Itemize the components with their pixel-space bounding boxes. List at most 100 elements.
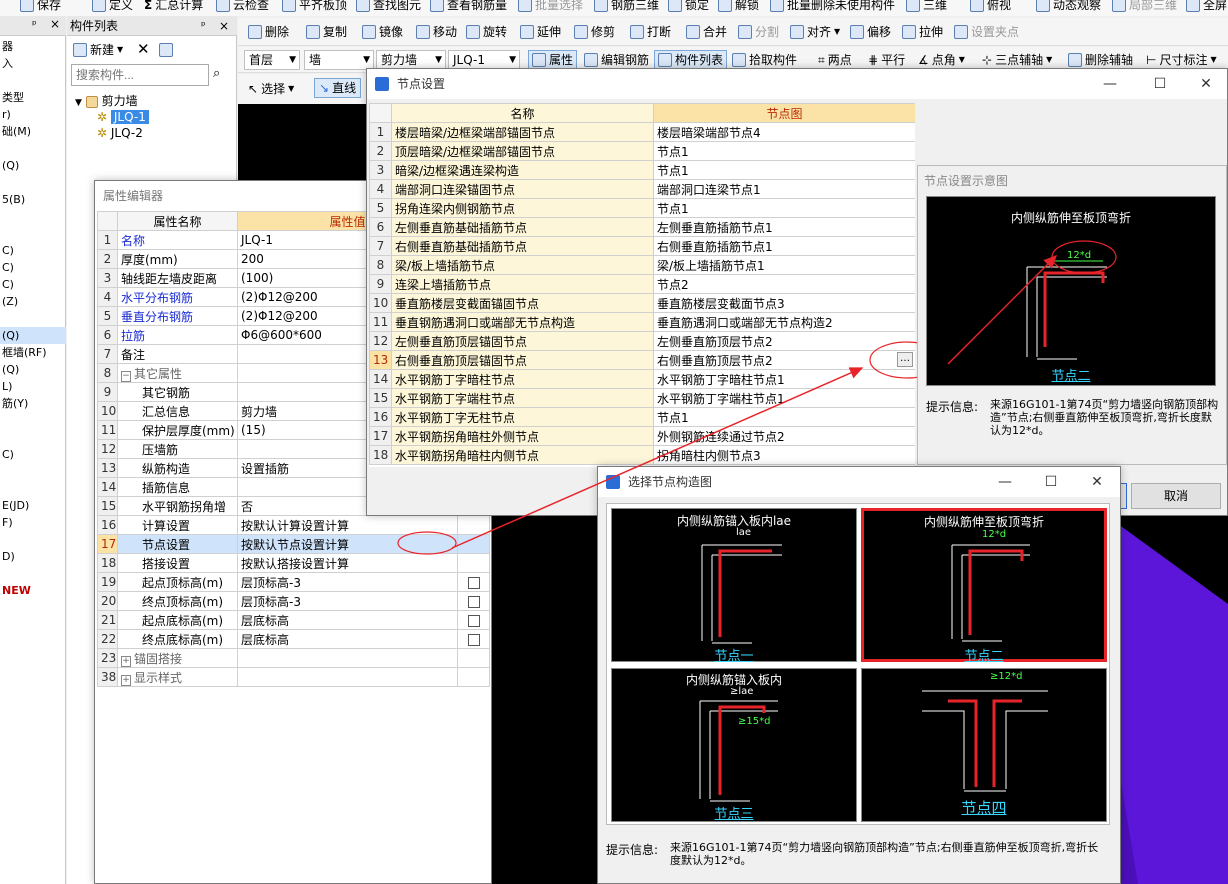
node-row[interactable]: 9 连梁上墙插筋节点 节点2 bbox=[369, 274, 915, 294]
node-diagram-value[interactable]: 端部洞口连梁节点1 bbox=[653, 179, 915, 199]
merge-button[interactable]: 合并 bbox=[686, 22, 727, 42]
left-panel-item[interactable] bbox=[0, 72, 66, 89]
rebar-3d-button[interactable]: 钢筋三维 bbox=[594, 0, 659, 15]
sum-calc-button[interactable]: Σ 汇总计算 bbox=[144, 0, 203, 15]
cancel-button[interactable]: 取消 bbox=[1131, 483, 1221, 509]
checkbox[interactable] bbox=[467, 633, 480, 646]
node-row[interactable]: 14 水平钢筋丁字暗柱节点 水平钢筋丁字暗柱节点1 bbox=[369, 369, 915, 389]
node-diagram-value[interactable]: 节点1 bbox=[653, 160, 915, 180]
left-panel-item[interactable]: r) bbox=[0, 106, 66, 123]
select-button[interactable]: ↖ 选择 ▼ bbox=[248, 79, 294, 99]
maximize-icon[interactable]: ☐ bbox=[1137, 69, 1183, 99]
extend-button[interactable]: 延伸 bbox=[520, 22, 561, 42]
node-diagram-value[interactable]: 节点1 bbox=[653, 198, 915, 218]
node-diagram-value[interactable]: 水平钢筋丁字端柱节点1 bbox=[653, 388, 915, 408]
expand-icon[interactable]: + bbox=[121, 674, 131, 686]
left-panel-item[interactable] bbox=[0, 463, 66, 480]
property-row[interactable]: 22 终点底标高(m) 层底标高 bbox=[97, 629, 490, 649]
set-corner-button[interactable]: 设置夹点 bbox=[954, 22, 1019, 42]
left-panel-item[interactable]: 入 bbox=[0, 55, 66, 72]
checkbox[interactable] bbox=[467, 614, 480, 627]
search-input[interactable] bbox=[71, 64, 209, 86]
node-option-3[interactable]: 内侧纵筋锚入板内 ≥lae ≥15*d 节点三 bbox=[611, 668, 857, 822]
close-icon[interactable]: ✕ bbox=[1183, 69, 1228, 99]
stretch-button[interactable]: 拉伸 bbox=[902, 22, 943, 42]
property-value[interactable]: 层底标高 bbox=[237, 610, 458, 630]
left-panel-item[interactable]: 器 bbox=[0, 38, 66, 55]
node-diagram-value[interactable]: 节点1 bbox=[653, 407, 915, 427]
collapse-icon[interactable]: ▼ bbox=[75, 98, 82, 108]
view-rebar-button[interactable]: 查看钢筋量 bbox=[430, 0, 507, 15]
collapse-icon[interactable]: − bbox=[121, 370, 131, 382]
left-panel-item[interactable]: (Q) bbox=[0, 327, 66, 344]
node-diagram-value[interactable]: 楼层暗梁端部节点4 bbox=[653, 122, 915, 142]
local-3d-button[interactable]: 局部三维 bbox=[1112, 0, 1177, 15]
save-button[interactable]: 保存 bbox=[20, 0, 61, 15]
node-diagram-value[interactable]: 垂直筋楼层变截面节点3 bbox=[653, 293, 915, 313]
left-panel-item[interactable]: E(JD) bbox=[0, 497, 66, 514]
left-panel-item[interactable] bbox=[0, 208, 66, 225]
left-panel-item[interactable]: D) bbox=[0, 548, 66, 565]
property-value[interactable] bbox=[237, 667, 458, 687]
left-panel-item[interactable]: C) bbox=[0, 276, 66, 293]
left-panel-item[interactable] bbox=[0, 174, 66, 191]
delete-x-icon[interactable]: ✕ bbox=[137, 40, 150, 58]
type-select[interactable]: 墙 ▼ bbox=[304, 50, 374, 70]
component-select[interactable]: JLQ-1 ▼ bbox=[448, 50, 520, 70]
node-row[interactable]: 18 水平钢筋拐角暗柱内侧节点 拐角暗柱内侧节点3 bbox=[369, 445, 915, 465]
node-row[interactable]: 2 顶层暗梁/边框梁端部锚固节点 节点1 bbox=[369, 141, 915, 161]
node-row[interactable]: 15 水平钢筋丁字端柱节点 水平钢筋丁字端柱节点1 bbox=[369, 388, 915, 408]
left-panel-item[interactable] bbox=[0, 225, 66, 242]
minimize-icon[interactable]: — bbox=[982, 467, 1028, 497]
copy-button[interactable]: 复制 bbox=[306, 22, 347, 42]
node-row[interactable]: 4 端部洞口连梁锚固节点 端部洞口连梁节点1 bbox=[369, 179, 915, 199]
dynamic-view-button[interactable]: 动态观察 bbox=[1036, 0, 1101, 15]
expand-icon[interactable]: + bbox=[121, 655, 131, 667]
line-button[interactable]: ↘ 直线 bbox=[314, 78, 362, 98]
two-point-button[interactable]: ⌗ 两点 bbox=[818, 50, 852, 70]
offset-button[interactable]: 偏移 bbox=[850, 22, 891, 42]
mirror-button[interactable]: 镜像 bbox=[362, 22, 403, 42]
node-settings-titlebar[interactable]: 节点设置 — ☐ ✕ bbox=[367, 69, 1227, 99]
component-list-button[interactable]: 构件列表 bbox=[654, 50, 728, 70]
property-checkbox-cell[interactable] bbox=[457, 610, 490, 630]
node-row[interactable]: 5 拐角连梁内侧钢筋节点 节点1 bbox=[369, 198, 915, 218]
new-component-button[interactable]: 新建 ▼ bbox=[73, 40, 123, 60]
property-value[interactable] bbox=[237, 648, 458, 668]
tree-root[interactable]: ▼ 剪力墙 bbox=[75, 92, 138, 109]
left-panel-item[interactable] bbox=[0, 140, 66, 157]
break-button[interactable]: 打断 bbox=[630, 22, 671, 42]
property-value[interactable]: 层顶标高-3 bbox=[237, 572, 458, 592]
batch-delete-button[interactable]: 批量删除未使用构件 bbox=[770, 0, 895, 15]
fullscreen-button[interactable]: 全屏 bbox=[1186, 0, 1227, 15]
align-button[interactable]: 对齐 ▼ bbox=[790, 22, 840, 42]
property-checkbox-cell[interactable] bbox=[457, 629, 490, 649]
find-element-button[interactable]: 查找图元 bbox=[356, 0, 421, 15]
left-panel-item[interactable]: C) bbox=[0, 446, 66, 463]
node-diagram-value[interactable]: 右侧垂直筋插筋节点1 bbox=[653, 236, 915, 256]
move-button[interactable]: 移动 bbox=[416, 22, 457, 42]
flat-slab-button[interactable]: 平齐板顶 bbox=[282, 0, 347, 15]
left-panel-item[interactable] bbox=[0, 429, 66, 446]
property-checkbox-cell[interactable] bbox=[457, 591, 490, 611]
left-panel-item[interactable] bbox=[0, 412, 66, 429]
left-panel-item[interactable] bbox=[0, 531, 66, 548]
left-panel-item[interactable]: 框墙(RF) bbox=[0, 344, 66, 361]
node-diagram-value[interactable]: 外侧钢筋连续通过节点2 bbox=[653, 426, 915, 446]
node-option-1[interactable]: 内侧纵筋锚入板内lae lae 节点一 bbox=[611, 508, 857, 664]
left-panel-item[interactable]: (Q) bbox=[0, 361, 66, 378]
delete-button[interactable]: 删除 bbox=[248, 22, 289, 42]
batch-select-button[interactable]: 批量选择 bbox=[518, 0, 583, 15]
node-row[interactable]: 3 暗梁/边框梁遇连梁构造 节点1 bbox=[369, 160, 915, 180]
left-panel-item[interactable]: NEW bbox=[0, 582, 66, 599]
three-d-button[interactable]: 三维 bbox=[906, 0, 947, 15]
top-view-button[interactable]: 俯视 bbox=[970, 0, 1011, 15]
select-node-titlebar[interactable]: 选择节点构造图 — ☐ ✕ bbox=[598, 467, 1120, 497]
property-button[interactable]: 属性 bbox=[528, 50, 578, 70]
node-option-4[interactable]: ≥12*d 节点四 bbox=[861, 668, 1107, 822]
property-row[interactable]: 38 + 显示样式 bbox=[97, 667, 490, 687]
left-panel-item[interactable] bbox=[0, 565, 66, 582]
left-panel-item[interactable]: C) bbox=[0, 259, 66, 276]
node-row[interactable]: 12 左侧垂直筋顶层锚固节点 左侧垂直筋顶层节点2 bbox=[369, 331, 915, 351]
rotate-button[interactable]: 旋转 bbox=[466, 22, 507, 42]
